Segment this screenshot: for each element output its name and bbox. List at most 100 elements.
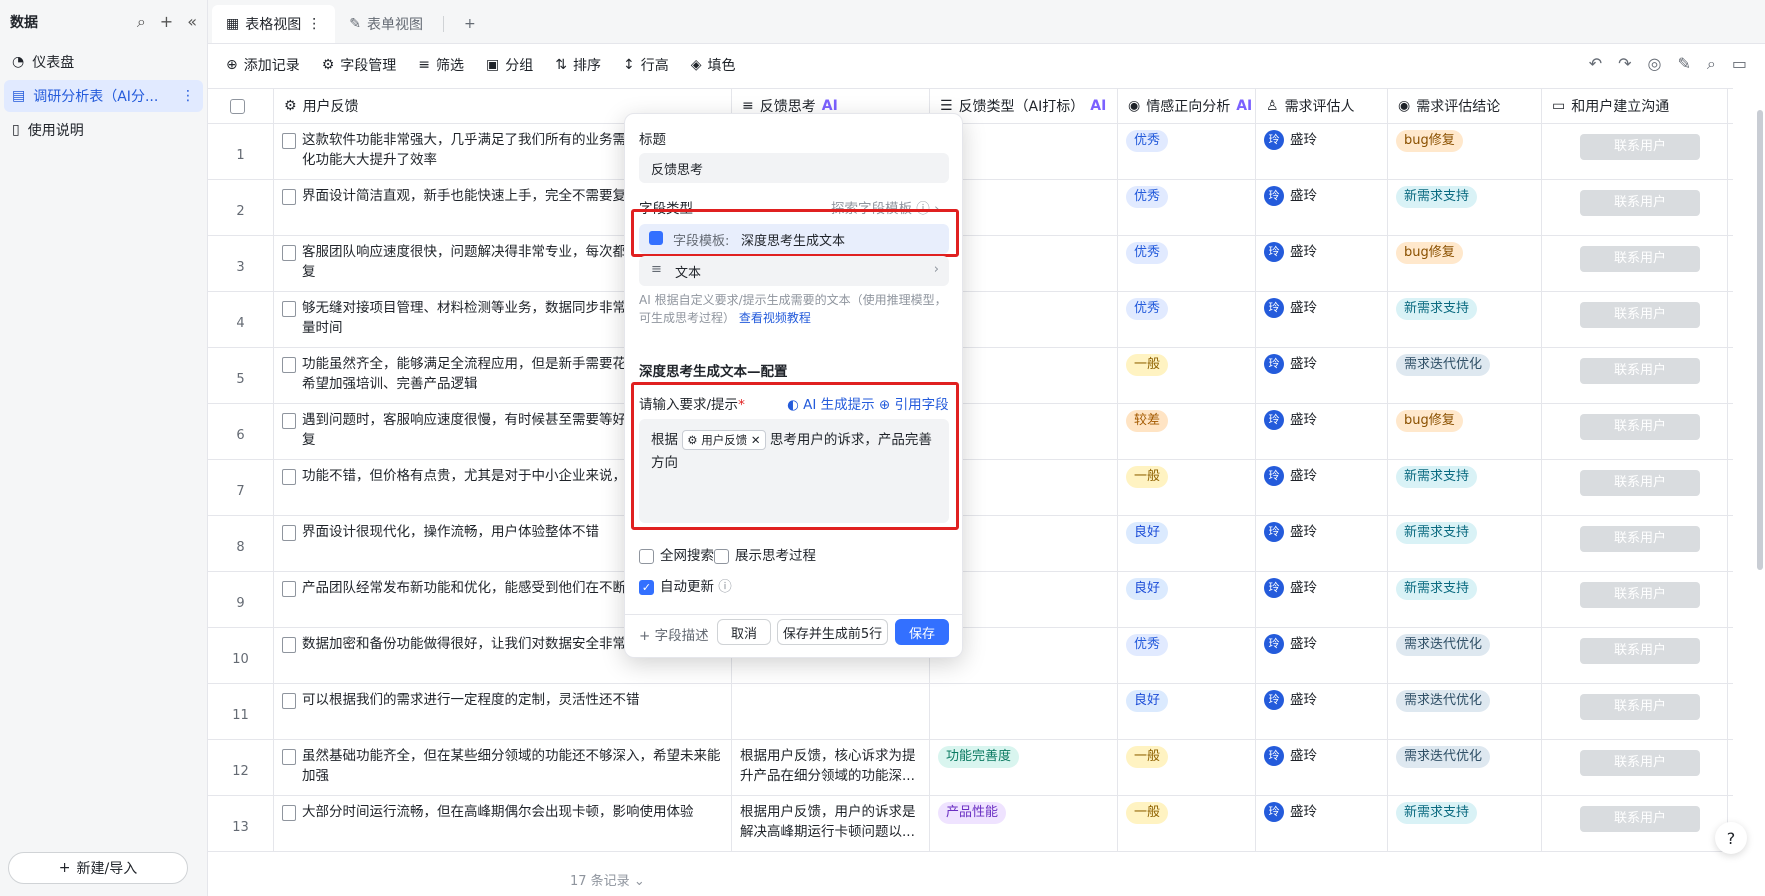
contact-user-button[interactable]: 联系用户 (1580, 694, 1700, 720)
web-search-checkbox[interactable]: 全网搜索 (639, 544, 714, 564)
cell-assessor[interactable]: 玲盛玲 (1256, 460, 1388, 515)
cell-sentiment[interactable]: 一般 (1118, 740, 1256, 795)
field-type-select[interactable]: ≡ 文本 › (639, 256, 949, 286)
cell-conclusion[interactable]: 新需求支持 (1388, 796, 1542, 851)
contact-user-button[interactable]: 联系用户 (1580, 134, 1700, 160)
cell-thinking[interactable]: 根据用户反馈，用户的诉求是解决高峰期运行卡顿问题以... (732, 796, 930, 851)
search-icon[interactable]: ⌕ (1707, 54, 1716, 74)
vertical-scrollbar[interactable] (1757, 110, 1763, 570)
cell-sentiment[interactable]: 一般 (1118, 460, 1256, 515)
cell-assessor[interactable]: 玲盛玲 (1256, 180, 1388, 235)
cell-sentiment[interactable]: 优秀 (1118, 180, 1256, 235)
table-row[interactable]: 4 够无缝对接项目管理、材料检测等业务，数据同步非常方便，节省了大量时间 优秀 … (208, 292, 1733, 348)
cell-sentiment[interactable]: 一般 (1118, 348, 1256, 403)
cell-type[interactable] (930, 684, 1118, 739)
col-header-sentiment[interactable]: ◉ 情感正向分析 AI (1118, 89, 1256, 123)
cell-sentiment[interactable]: 优秀 (1118, 236, 1256, 291)
col-header-contact[interactable]: ▭ 和用户建立沟通 (1542, 89, 1728, 123)
show-thinking-checkbox[interactable]: 展示思考过程 (714, 544, 816, 564)
reference-field-button[interactable]: ⊕ 引用字段 (879, 393, 949, 413)
select-all-checkbox[interactable] (208, 89, 274, 123)
cell-feedback[interactable]: 大部分时间运行流畅，但在高峰期偶尔会出现卡顿，影响使用体验 (274, 796, 732, 851)
table-row[interactable]: 2 界面设计简洁直观，新手也能快速上手，完全不需要复杂的培训 优秀 玲盛玲 新需… (208, 180, 1733, 236)
more-icon[interactable]: ⋮ (181, 88, 195, 104)
cell-assessor[interactable]: 玲盛玲 (1256, 348, 1388, 403)
cell-assessor[interactable]: 玲盛玲 (1256, 796, 1388, 851)
comment-icon[interactable]: ▭ (1732, 54, 1747, 74)
sidebar-item-dashboard[interactable]: ◔ 仪表盘 (4, 46, 203, 78)
col-header-assessor[interactable]: ♙ 需求评估人 (1256, 89, 1388, 123)
cell-assessor[interactable]: 玲盛玲 (1256, 236, 1388, 291)
cell-assessor[interactable]: 玲盛玲 (1256, 516, 1388, 571)
cell-conclusion[interactable]: 需求迭代优化 (1388, 348, 1542, 403)
table-row[interactable]: 10 数据加密和备份功能做得很好，让我们对数据安全非常放心 优秀 玲盛玲 需求迭… (208, 628, 1733, 684)
cell-sentiment[interactable]: 良好 (1118, 516, 1256, 571)
cell-conclusion[interactable]: 需求迭代优化 (1388, 684, 1542, 739)
cell-conclusion[interactable]: bug修复 (1388, 124, 1542, 179)
title-input[interactable]: 反馈思考 (639, 153, 949, 183)
cell-conclusion[interactable]: 需求迭代优化 (1388, 740, 1542, 795)
video-tutorial-link[interactable]: 查看视频教程 (739, 311, 811, 325)
tab-form-view[interactable]: ✎ 表单视图 (335, 5, 437, 43)
field-chip[interactable]: ⚙ 用户反馈 ✕ (682, 430, 766, 450)
save-generate-button[interactable]: 保存并生成前5行 (777, 619, 888, 645)
cell-assessor[interactable]: 玲盛玲 (1256, 628, 1388, 683)
contact-user-button[interactable]: 联系用户 (1580, 806, 1700, 832)
field-description-button[interactable]: + 字段描述 (639, 624, 709, 644)
sidebar-item-table[interactable]: ▤ 调研分析表（AI分... ⋮ (4, 80, 203, 112)
cell-assessor[interactable]: 玲盛玲 (1256, 124, 1388, 179)
fill-color-button[interactable]: ◈ 填色 (691, 55, 736, 75)
table-row[interactable]: 12 虽然基础功能齐全，但在某些细分领域的功能还不够深入，希望未来能加强 根据用… (208, 740, 1733, 796)
cell-conclusion[interactable]: bug修复 (1388, 404, 1542, 459)
cell-assessor[interactable]: 玲盛玲 (1256, 740, 1388, 795)
field-manage-button[interactable]: ⚙ 字段管理 (322, 55, 397, 75)
help-button[interactable]: ? (1715, 822, 1747, 854)
plus-icon[interactable]: + (160, 12, 173, 32)
collapse-icon[interactable]: « (187, 12, 197, 32)
table-row[interactable]: 11 可以根据我们的需求进行一定程度的定制，灵活性还不错 良好 玲盛玲 需求迭代… (208, 684, 1733, 740)
cell-assessor[interactable]: 玲盛玲 (1256, 684, 1388, 739)
cell-sentiment[interactable]: 良好 (1118, 572, 1256, 627)
add-record-button[interactable]: ⊕ 添加记录 (226, 55, 300, 75)
cell-sentiment[interactable]: 优秀 (1118, 292, 1256, 347)
cell-sentiment[interactable]: 优秀 (1118, 124, 1256, 179)
redo-icon[interactable]: ↷ (1618, 54, 1631, 74)
cell-conclusion[interactable]: 新需求支持 (1388, 180, 1542, 235)
save-button[interactable]: 保存 (895, 619, 949, 645)
contact-user-button[interactable]: 联系用户 (1580, 470, 1700, 496)
table-row[interactable]: 3 客服团队响应速度很快，问题解决得非常专业，每次都能得到满意的答复 优秀 玲盛… (208, 236, 1733, 292)
contact-user-button[interactable]: 联系用户 (1580, 302, 1700, 328)
cell-thinking[interactable]: 根据用户反馈，核心诉求为提升产品在细分领域的功能深... (732, 740, 930, 795)
cell-sentiment[interactable]: 优秀 (1118, 628, 1256, 683)
undo-icon[interactable]: ↶ (1589, 54, 1602, 74)
group-button[interactable]: ▣ 分组 (486, 55, 533, 75)
table-row[interactable]: 9 产品团队经常发布新功能和优化，能感受到他们在不断改进 良好 玲盛玲 新需求支… (208, 572, 1733, 628)
table-row[interactable]: 8 界面设计很现代化，操作流畅，用户体验整体不错 良好 玲盛玲 新需求支持 联系… (208, 516, 1733, 572)
cell-conclusion[interactable]: 新需求支持 (1388, 572, 1542, 627)
contact-user-button[interactable]: 联系用户 (1580, 246, 1700, 272)
tab-grid-view[interactable]: ▦ 表格视图 ⋮ (212, 5, 336, 43)
cell-type[interactable]: 功能完善度 (930, 740, 1118, 795)
contact-user-button[interactable]: 联系用户 (1580, 526, 1700, 552)
sort-button[interactable]: ⇅ 排序 (555, 55, 601, 75)
cell-conclusion[interactable]: 新需求支持 (1388, 516, 1542, 571)
add-view-button[interactable]: + (450, 5, 490, 43)
cell-sentiment[interactable]: 良好 (1118, 684, 1256, 739)
cell-assessor[interactable]: 玲盛玲 (1256, 404, 1388, 459)
col-header-conclusion[interactable]: ◉ 需求评估结论 (1388, 89, 1542, 123)
sidebar-item-doc[interactable]: ▯ 使用说明 (4, 114, 203, 146)
contact-user-button[interactable]: 联系用户 (1580, 750, 1700, 776)
new-import-button[interactable]: + 新建/导入 (8, 852, 188, 884)
cell-assessor[interactable]: 玲盛玲 (1256, 572, 1388, 627)
cell-thinking[interactable] (732, 684, 930, 739)
filter-button[interactable]: ≡ 筛选 (418, 55, 464, 75)
contact-user-button[interactable]: 联系用户 (1580, 414, 1700, 440)
cell-type[interactable]: 产品性能 (930, 796, 1118, 851)
table-row[interactable]: 13 大部分时间运行流畅，但在高峰期偶尔会出现卡顿，影响使用体验 根据用户反馈，… (208, 796, 1733, 852)
cell-conclusion[interactable]: 需求迭代优化 (1388, 628, 1542, 683)
prompt-input[interactable]: 根据 ⚙ 用户反馈 ✕ 思考用户的诉求，产品完善方向 (639, 419, 949, 523)
cell-feedback[interactable]: 虽然基础功能齐全，但在某些细分领域的功能还不够深入，希望未来能加强 (274, 740, 732, 795)
cell-sentiment[interactable]: 一般 (1118, 796, 1256, 851)
auto-update-checkbox[interactable]: ✓ 自动更新 ⓘ (639, 575, 732, 595)
cell-sentiment[interactable]: 较差 (1118, 404, 1256, 459)
